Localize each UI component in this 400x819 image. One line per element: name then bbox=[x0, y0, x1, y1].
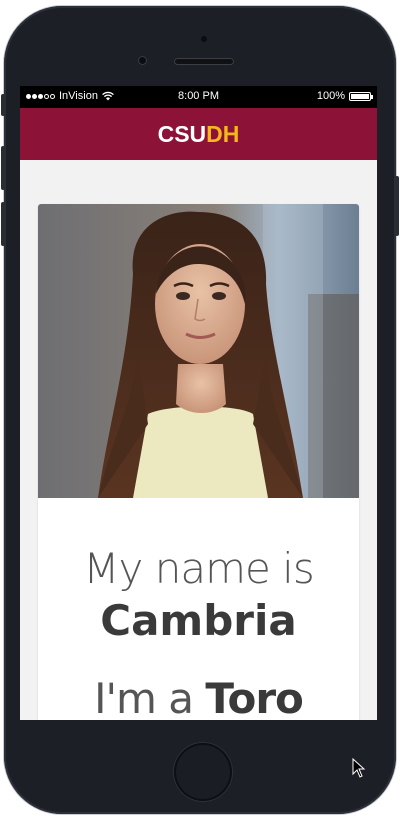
role-prefix: I'm a bbox=[94, 674, 194, 720]
profile-photo bbox=[38, 204, 359, 498]
intro-text: My name is bbox=[83, 544, 314, 593]
student-name: Cambria bbox=[100, 596, 297, 645]
front-camera-icon bbox=[138, 56, 147, 65]
cursor-arrow-icon bbox=[352, 758, 366, 778]
earpiece-speaker bbox=[174, 58, 234, 65]
role-name: Toro bbox=[205, 674, 303, 720]
header-bar: CSUDH bbox=[20, 108, 377, 160]
battery-icon bbox=[349, 91, 373, 101]
volume-up-button bbox=[1, 146, 5, 190]
phone-screen: InVision 8:00 PM 100% CSUDH My name is C… bbox=[20, 86, 377, 720]
mute-switch bbox=[1, 94, 5, 116]
proximity-sensor bbox=[201, 36, 207, 42]
csudh-logo[interactable]: CSUDH bbox=[158, 121, 240, 148]
logo-dh-text: DH bbox=[206, 120, 240, 147]
status-right: 100% bbox=[316, 90, 373, 102]
volume-down-button bbox=[1, 202, 5, 246]
status-bar: InVision 8:00 PM 100% bbox=[20, 86, 377, 108]
home-button[interactable] bbox=[174, 743, 232, 801]
logo-csu-text: CSU bbox=[157, 120, 207, 147]
role-line: I'm a Toro bbox=[38, 674, 359, 720]
battery-level bbox=[351, 93, 369, 99]
power-button bbox=[395, 176, 399, 236]
battery-percentage: 100% bbox=[316, 90, 345, 102]
profile-card: My name is Cambria I'm a Toro bbox=[38, 204, 359, 720]
